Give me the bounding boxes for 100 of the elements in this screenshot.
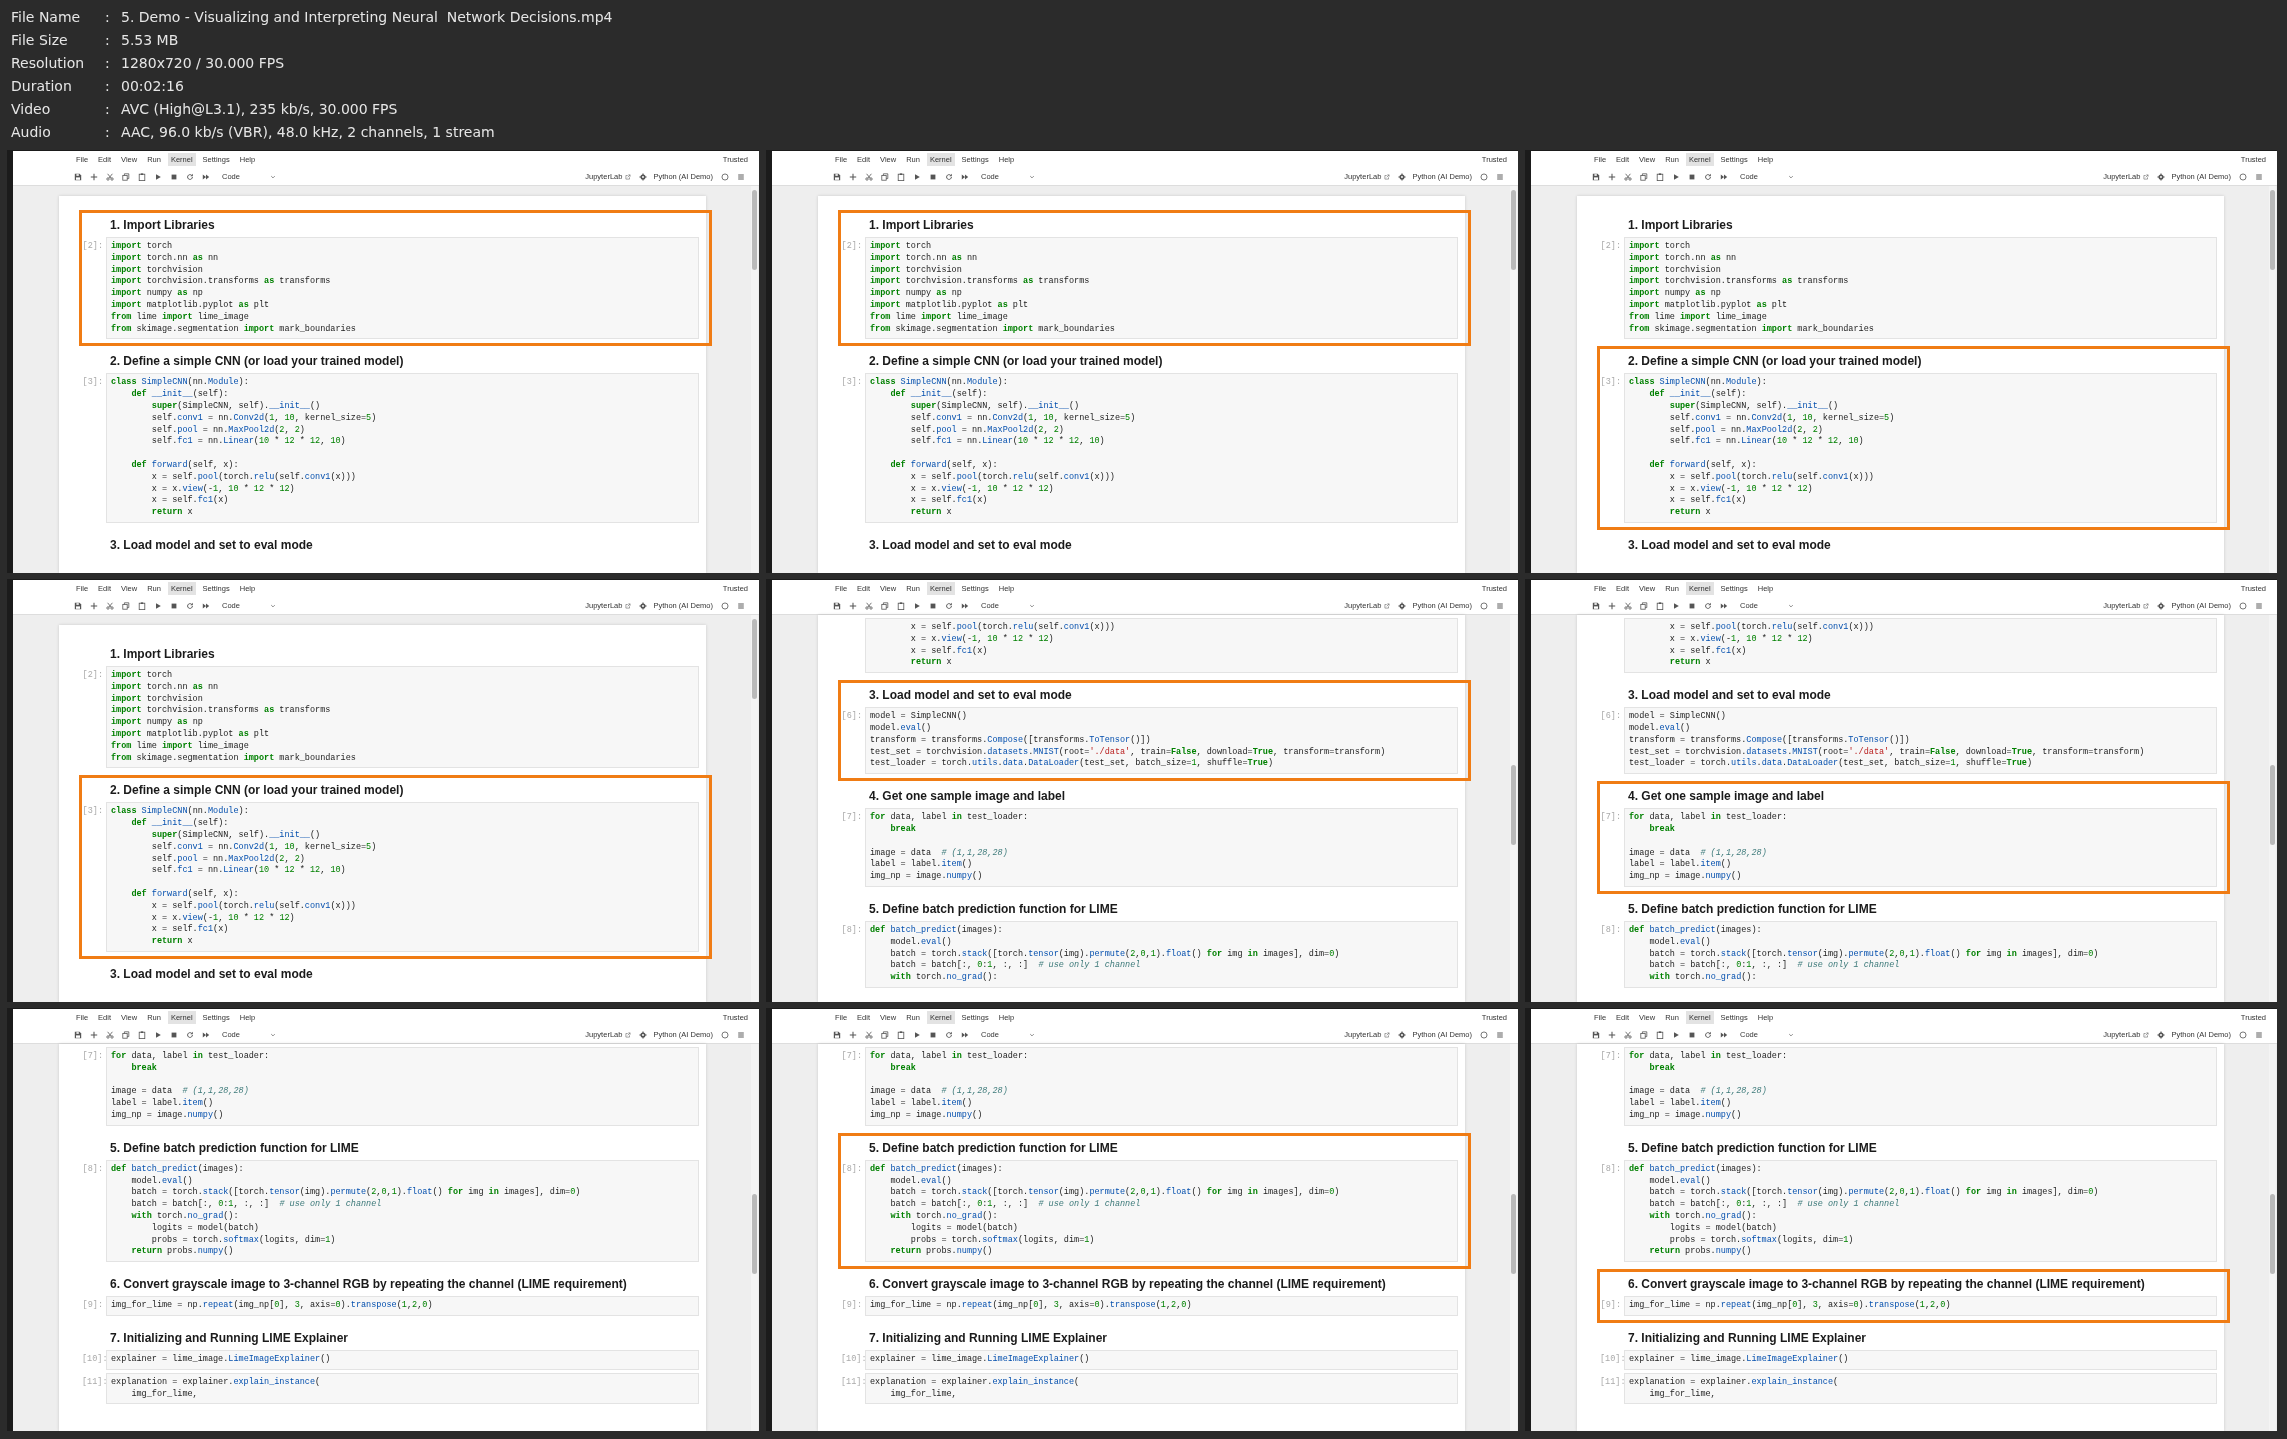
play-icon[interactable]	[913, 601, 921, 610]
gear-icon[interactable]	[2157, 1030, 2166, 1039]
scissors-icon[interactable]	[1624, 1030, 1632, 1039]
stop-icon[interactable]	[929, 172, 937, 181]
code-cell[interactable]: x = self.pool(torch.relu(self.conv1(x))) x = x.view(-1, 10 * 12 * 12) x = self.fc1(x) return x	[1624, 618, 2217, 674]
gear-icon[interactable]	[639, 601, 648, 610]
code-cell[interactable]: img_for_lime = np.repeat(img_np[0], 3, axis=0).transpose(1,2,0)	[106, 1296, 699, 1316]
fast-forward-icon[interactable]	[1720, 601, 1728, 610]
stop-icon[interactable]	[170, 1030, 178, 1039]
restart-icon[interactable]	[945, 601, 953, 610]
plus-icon[interactable]	[90, 601, 98, 610]
fast-forward-icon[interactable]	[1720, 172, 1728, 181]
scrollbar[interactable]	[1510, 186, 1517, 573]
scissors-icon[interactable]	[1624, 601, 1632, 610]
scrollbar[interactable]	[2269, 615, 2276, 1002]
restart-icon[interactable]	[186, 1030, 194, 1039]
fast-forward-icon[interactable]	[202, 1030, 210, 1039]
scissors-icon[interactable]	[106, 601, 114, 610]
fast-forward-icon[interactable]	[1720, 1030, 1728, 1039]
plus-icon[interactable]	[90, 172, 98, 181]
code-cell[interactable]: explanation = explainer.explain_instance( img_for_lime,	[106, 1372, 699, 1405]
restart-icon[interactable]	[1704, 601, 1712, 610]
code-cell[interactable]: x = self.pool(torch.relu(self.conv1(x))) x = x.view(-1, 10 * 12 * 12) x = self.fc1(x) return x	[865, 618, 1458, 674]
stop-icon[interactable]	[929, 601, 937, 610]
scrollbar[interactable]	[2269, 1044, 2276, 1431]
clipboard-icon[interactable]	[138, 172, 146, 181]
scissors-icon[interactable]	[106, 172, 114, 181]
copy-icon[interactable]	[1640, 601, 1648, 610]
fast-forward-icon[interactable]	[202, 601, 210, 610]
scrollbar[interactable]	[751, 1044, 758, 1431]
gear-icon[interactable]	[1398, 172, 1407, 181]
clipboard-icon[interactable]	[1656, 172, 1664, 181]
gear-icon[interactable]	[1398, 1030, 1407, 1039]
code-cell[interactable]: img_for_lime = np.repeat(img_np[0], 3, axis=0).transpose(1,2,0)	[1624, 1296, 2217, 1316]
code-cell[interactable]	[865, 373, 1458, 523]
scissors-icon[interactable]	[106, 1030, 114, 1039]
copy-icon[interactable]	[122, 172, 130, 181]
code-cell[interactable]: for data, label in test_loader: break image = data # (1,1,28,28) label = label.item() img_np = image.numpy()	[106, 1047, 699, 1126]
save-icon[interactable]	[74, 601, 82, 610]
clipboard-icon[interactable]	[897, 1030, 905, 1039]
scissors-icon[interactable]	[1624, 172, 1632, 181]
code-cell[interactable]: explanation = explainer.explain_instance( img_for_lime,	[1624, 1372, 2217, 1405]
code-cell[interactable]	[865, 707, 1458, 775]
gear-icon[interactable]	[639, 1030, 648, 1039]
clipboard-icon[interactable]	[1656, 1030, 1664, 1039]
play-icon[interactable]	[913, 1030, 921, 1039]
scissors-icon[interactable]	[865, 601, 873, 610]
clipboard-icon[interactable]	[138, 601, 146, 610]
code-cell[interactable]	[1624, 373, 2217, 523]
clipboard-icon[interactable]	[1656, 601, 1664, 610]
play-icon[interactable]	[154, 1030, 162, 1039]
code-cell[interactable]: explainer = lime_image.LimeImageExplainer()	[1624, 1349, 2217, 1370]
code-cell[interactable]	[865, 1159, 1458, 1263]
code-cell[interactable]: for data, label in test_loader: break image = data # (1,1,28,28) label = label.item() img_np = image.numpy()	[1624, 808, 2217, 887]
restart-icon[interactable]	[186, 172, 194, 181]
code-cell[interactable]	[865, 237, 1458, 340]
save-icon[interactable]	[1592, 1030, 1600, 1039]
save-icon[interactable]	[833, 601, 841, 610]
plus-icon[interactable]	[849, 601, 857, 610]
restart-icon[interactable]	[945, 172, 953, 181]
gear-icon[interactable]	[639, 172, 648, 181]
copy-icon[interactable]	[1640, 172, 1648, 181]
stop-icon[interactable]	[1688, 1030, 1696, 1039]
play-icon[interactable]	[1672, 1030, 1680, 1039]
code-cell[interactable]: explainer = lime_image.LimeImageExplainer()	[106, 1349, 699, 1370]
plus-icon[interactable]	[849, 172, 857, 181]
stop-icon[interactable]	[929, 1030, 937, 1039]
code-cell[interactable]	[106, 373, 699, 523]
plus-icon[interactable]	[849, 1030, 857, 1039]
play-icon[interactable]	[154, 601, 162, 610]
scrollbar-thumb[interactable]	[2270, 1194, 2275, 1274]
clipboard-icon[interactable]	[138, 1030, 146, 1039]
code-cell[interactable]	[1624, 1159, 2217, 1263]
gear-icon[interactable]	[2157, 601, 2166, 610]
stop-icon[interactable]	[1688, 172, 1696, 181]
play-icon[interactable]	[1672, 172, 1680, 181]
copy-icon[interactable]	[122, 601, 130, 610]
code-cell[interactable]: img_for_lime = np.repeat(img_np[0], 3, axis=0).transpose(1,2,0)	[865, 1296, 1458, 1316]
play-icon[interactable]	[1672, 601, 1680, 610]
copy-icon[interactable]	[881, 601, 889, 610]
scissors-icon[interactable]	[865, 1030, 873, 1039]
scrollbar[interactable]	[2269, 186, 2276, 573]
code-cell[interactable]	[1624, 237, 2217, 340]
stop-icon[interactable]	[170, 172, 178, 181]
stop-icon[interactable]	[170, 601, 178, 610]
code-cell[interactable]	[1624, 707, 2217, 775]
save-icon[interactable]	[1592, 172, 1600, 181]
scissors-icon[interactable]	[865, 172, 873, 181]
code-cell[interactable]	[106, 237, 699, 340]
code-cell[interactable]	[106, 1159, 699, 1263]
plus-icon[interactable]	[90, 1030, 98, 1039]
scrollbar[interactable]	[751, 186, 758, 573]
fast-forward-icon[interactable]	[961, 172, 969, 181]
copy-icon[interactable]	[122, 1030, 130, 1039]
code-cell[interactable]: explanation = explainer.explain_instance( img_for_lime,	[865, 1372, 1458, 1405]
scrollbar-thumb[interactable]	[752, 190, 757, 270]
code-cell[interactable]: for data, label in test_loader: break image = data # (1,1,28,28) label = label.item() img_np = image.numpy()	[1624, 1047, 2217, 1126]
scrollbar-thumb[interactable]	[752, 619, 757, 699]
plus-icon[interactable]	[1608, 601, 1616, 610]
fast-forward-icon[interactable]	[961, 1030, 969, 1039]
